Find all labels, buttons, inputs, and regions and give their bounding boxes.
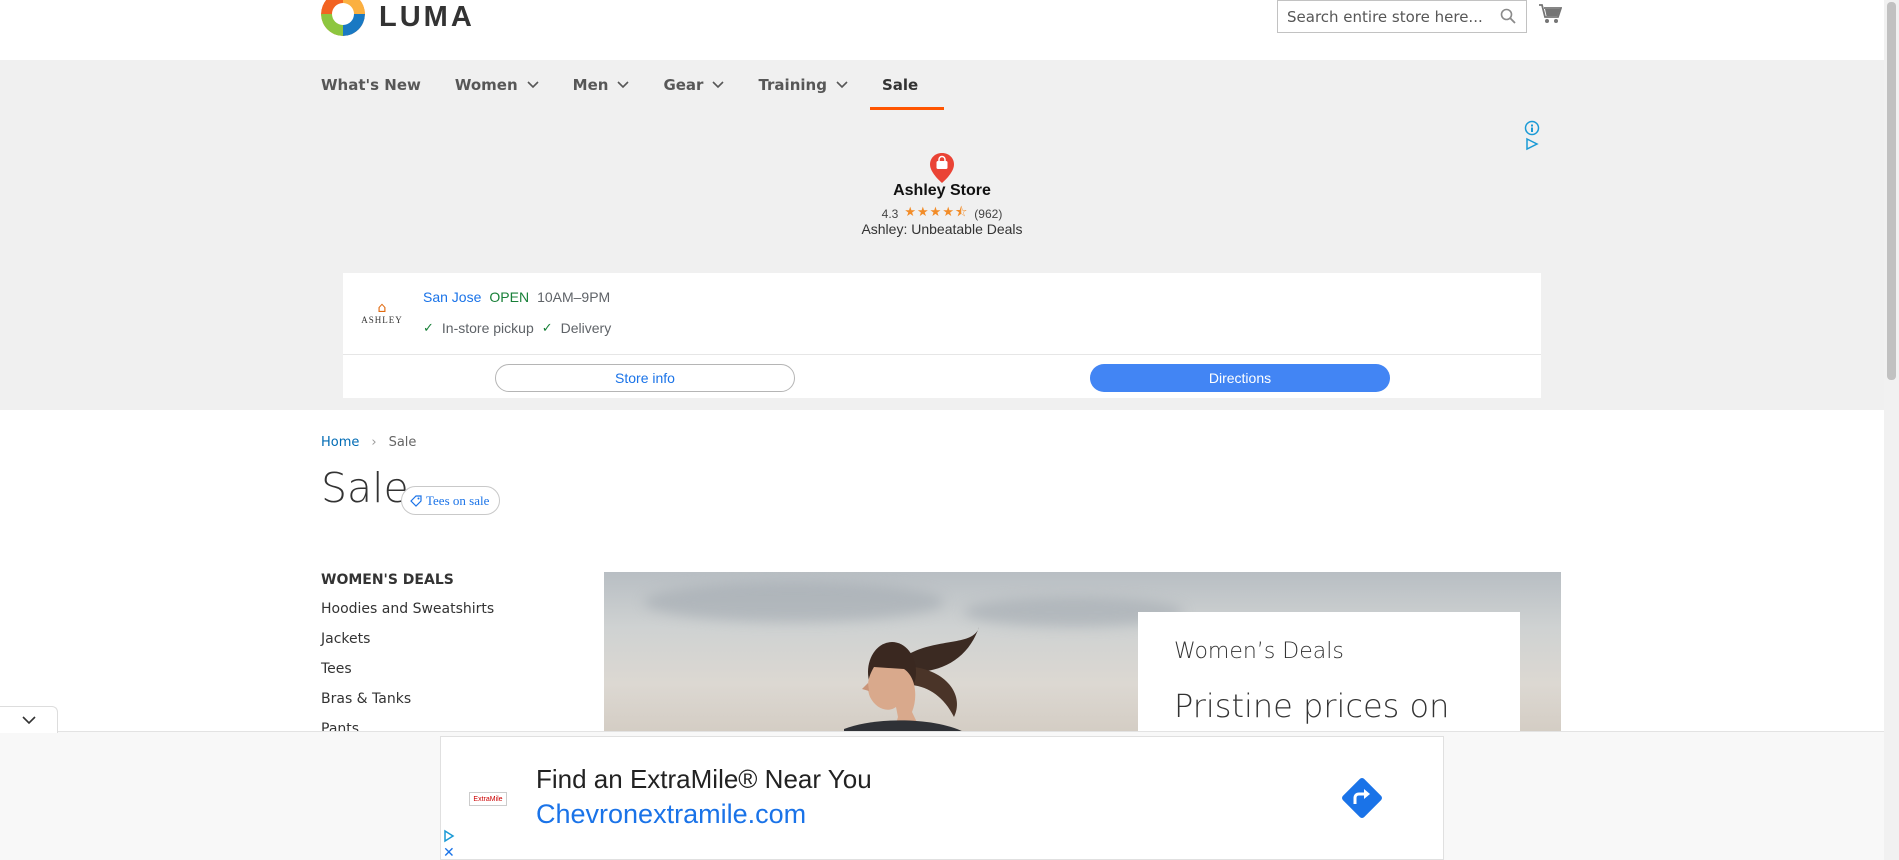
nav-item-training[interactable]: Training: [758, 60, 848, 110]
scrollbar-thumb[interactable]: [1887, 2, 1896, 380]
runner-photo: [844, 627, 979, 732]
nav-label: Training: [758, 76, 827, 94]
extramile-logo: ExtraMile: [469, 792, 507, 806]
brand-logo-text: ASHLEY: [361, 315, 403, 325]
directions-icon[interactable]: [1338, 774, 1386, 826]
nav-item-women[interactable]: Women: [455, 60, 539, 110]
hero-headline: Pristine prices on: [1174, 687, 1450, 725]
breadcrumb-current: Sale: [388, 435, 417, 450]
chevron-down-icon: [21, 716, 36, 725]
womens-deals-hero-banner[interactable]: Women’s Deals Pristine prices on: [604, 572, 1561, 732]
ad-choices-icon[interactable]: [1524, 120, 1540, 156]
chevron-down-icon: [617, 81, 630, 89]
house-icon: ⌂: [377, 300, 387, 316]
luma-logo[interactable]: LUMA: [321, 0, 475, 36]
sidebar-title: WOMEN'S DEALS: [321, 572, 454, 588]
store-features-line: ✓ In-store pickup ✓ Delivery: [423, 320, 611, 336]
search-input[interactable]: [1278, 1, 1488, 32]
sidebar-item-bras-tanks[interactable]: Bras & Tanks: [321, 690, 494, 720]
check-icon: ✓: [541, 320, 553, 335]
search-icon[interactable]: [1500, 8, 1516, 28]
hero-kicker: Women’s Deals: [1174, 639, 1344, 664]
ad-url-link[interactable]: Chevronextramile.com: [536, 799, 806, 830]
ad-store-name[interactable]: Ashley Store: [0, 182, 1884, 200]
chevron-down-icon: [527, 81, 539, 89]
store-hours: 10AM–9PM: [537, 289, 611, 305]
sidebar-item-tees[interactable]: Tees: [321, 660, 494, 690]
nav-label: Sale: [881, 76, 919, 94]
chevron-down-icon: [712, 81, 725, 89]
page-scrollbar[interactable]: [1884, 0, 1899, 860]
check-icon: ✓: [423, 320, 434, 335]
tees-on-sale-chip[interactable]: Tees on sale: [401, 486, 501, 515]
main-navigation: What's New Women Men Gear Training Sale: [321, 60, 952, 110]
tag-icon: [410, 494, 422, 507]
nav-label: Men: [572, 76, 609, 94]
site-header: LUMA: [0, 0, 1884, 60]
breadcrumb: Home › Sale: [321, 435, 416, 450]
page-root: LUMA What's New Women Men: [0, 0, 1899, 860]
store-city[interactable]: San Jose: [423, 289, 481, 305]
nav-item-gear[interactable]: Gear: [663, 60, 725, 110]
page-title: Sale: [321, 464, 409, 512]
hero-text-panel: Women’s Deals Pristine prices on: [1138, 612, 1520, 732]
nav-label: Gear: [663, 76, 704, 94]
cart-icon[interactable]: [1538, 3, 1563, 29]
sidebar-item-hoodies[interactable]: Hoodies and Sweatshirts: [321, 600, 494, 630]
luma-logo-icon: [321, 0, 365, 36]
nav-label: Women: [454, 76, 518, 94]
store-location-line: San Jose OPEN 10AM–9PM: [423, 289, 610, 305]
close-icon[interactable]: ✕: [443, 846, 455, 860]
feature-delivery: Delivery: [560, 320, 612, 336]
store-info-button[interactable]: Store info: [495, 364, 795, 392]
feature-pickup: In-store pickup: [441, 320, 534, 336]
nav-item-sale[interactable]: Sale: [869, 60, 945, 110]
ad-store-card[interactable]: ⌂ ASHLEY San Jose OPEN 10AM–9PM ✓ In-sto…: [343, 273, 1541, 398]
ad-headline[interactable]: Find an ExtraMile® Near You: [536, 764, 872, 795]
ad-tagline: Ashley: Unbeatable Deals: [861, 221, 1023, 237]
nav-label: What's New: [321, 76, 421, 94]
extramile-ad[interactable]: ExtraMile Find an ExtraMile® Near You Ch…: [440, 736, 1444, 860]
sidebar-item-jackets[interactable]: Jackets: [321, 630, 494, 660]
chip-label: Tees on sale: [426, 492, 490, 508]
chevron-down-icon: [836, 81, 848, 89]
ashley-logo: ⌂ ASHLEY: [358, 301, 406, 325]
nav-item-whats-new[interactable]: What's New: [321, 60, 421, 110]
card-divider: [343, 354, 1541, 355]
search-box: [1277, 0, 1527, 33]
collapse-ad-toggle[interactable]: [0, 706, 58, 733]
sidebar-womens-deals: WOMEN'S DEALS Hoodies and Sweatshirts Ja…: [321, 572, 494, 750]
logo-wordmark: LUMA: [379, 0, 475, 33]
nav-item-men[interactable]: Men: [573, 60, 630, 110]
breadcrumb-home-link[interactable]: Home: [321, 435, 359, 450]
rating-value: 4.3: [881, 207, 899, 221]
directions-button[interactable]: Directions: [1090, 364, 1390, 392]
open-status: OPEN: [489, 289, 530, 305]
breadcrumb-separator-icon: ›: [371, 435, 377, 450]
review-count: (962): [974, 207, 1003, 221]
cloud-shape: [644, 582, 944, 622]
